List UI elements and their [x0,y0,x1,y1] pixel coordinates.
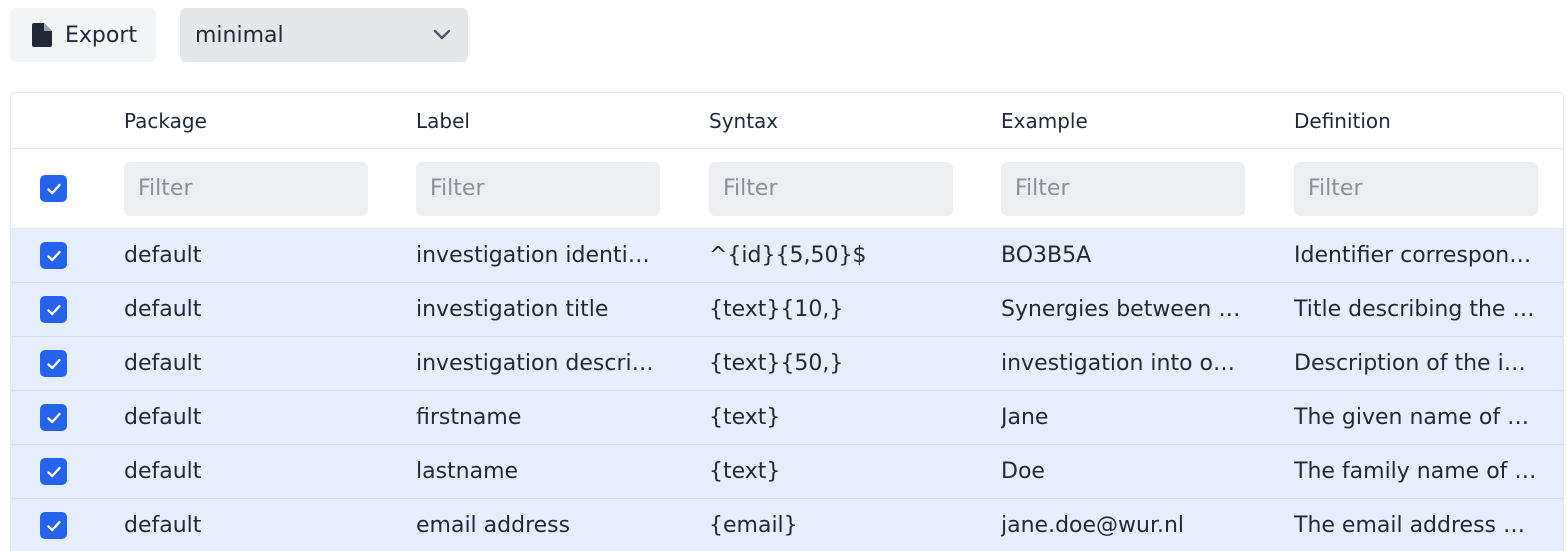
filter-row [11,149,1563,229]
cell-syntax: {email} [709,513,798,538]
cell-package: default [124,297,202,322]
table-row[interactable]: default investigation descript… {text}{5… [11,337,1563,391]
cell-package: default [124,405,202,430]
row-checkbox[interactable] [40,458,67,485]
cell-example: Doe [1001,459,1045,484]
row-checkbox[interactable] [40,296,67,323]
select-all-checkbox[interactable] [40,175,67,202]
cell-label: investigation title [416,297,609,322]
cell-definition: Description of the inv… [1294,351,1538,376]
cell-example: jane.doe@wur.nl [1001,513,1185,538]
cell-example: investigation into opt… [1001,351,1245,376]
checkmark-icon [46,304,61,315]
cell-label: email address [416,513,571,538]
cell-package: default [124,459,202,484]
cell-definition: The given name of a … [1294,405,1538,430]
table-row[interactable]: default investigation title {text}{10,} … [11,283,1563,337]
cell-syntax: {text} [709,459,781,484]
cell-package: default [124,351,202,376]
table-header-row: Package Label Syntax Example Definition [11,93,1563,149]
export-button[interactable]: Export [10,8,156,62]
checkmark-icon [46,250,61,261]
checkmark-icon [46,466,61,477]
cell-syntax: {text}{50,} [709,351,844,376]
table-row[interactable]: default investigation identifier ^{id}{5… [11,229,1563,283]
cell-label: firstname [416,405,522,430]
chevron-down-icon [432,28,452,42]
data-table: Package Label Syntax Example Definition … [10,92,1564,551]
table-row[interactable]: default lastname {text} Doe The family n… [11,445,1563,499]
filter-input-label[interactable] [416,161,660,216]
template-select[interactable]: minimal [180,8,468,62]
checkmark-icon [46,358,61,369]
file-icon [32,23,52,47]
column-header-example[interactable]: Example [1001,109,1245,133]
cell-example: Jane [1001,405,1049,430]
column-header-definition[interactable]: Definition [1294,109,1538,133]
cell-definition: Identifier correspond… [1294,243,1538,268]
toolbar: Export minimal [10,8,468,62]
filter-input-package[interactable] [124,161,368,216]
row-checkbox[interactable] [40,242,67,269]
column-header-syntax[interactable]: Syntax [709,109,953,133]
column-header-package[interactable]: Package [124,109,368,133]
row-checkbox[interactable] [40,512,67,539]
checkmark-icon [46,183,61,194]
row-checkbox[interactable] [40,404,67,431]
cell-syntax: {text}{10,} [709,297,844,322]
filter-input-example[interactable] [1001,161,1245,216]
cell-definition: Title describing the i… [1294,297,1538,322]
template-select-value: minimal [195,22,284,48]
checkmark-icon [46,520,61,531]
cell-example: Synergies between bi… [1001,297,1245,322]
filter-input-definition[interactable] [1294,161,1538,216]
filter-input-syntax[interactable] [709,161,953,216]
cell-label: lastname [416,459,519,484]
export-label: Export [65,22,138,48]
cell-definition: The email address of … [1294,513,1538,538]
cell-label: investigation identifier [416,243,660,268]
checkmark-icon [46,412,61,423]
column-header-label[interactable]: Label [416,109,660,133]
cell-label: investigation descript… [416,351,660,376]
cell-example: BO3B5A [1001,243,1092,268]
table-row[interactable]: default firstname {text} Jane The given … [11,391,1563,445]
table-row[interactable]: default email address {email} jane.doe@w… [11,499,1563,551]
cell-package: default [124,243,202,268]
cell-definition: The family name of a… [1294,459,1538,484]
cell-package: default [124,513,202,538]
cell-syntax: ^{id}{5,50}$ [709,243,867,268]
row-checkbox[interactable] [40,350,67,377]
table-body: default investigation identifier ^{id}{5… [11,229,1563,551]
cell-syntax: {text} [709,405,781,430]
